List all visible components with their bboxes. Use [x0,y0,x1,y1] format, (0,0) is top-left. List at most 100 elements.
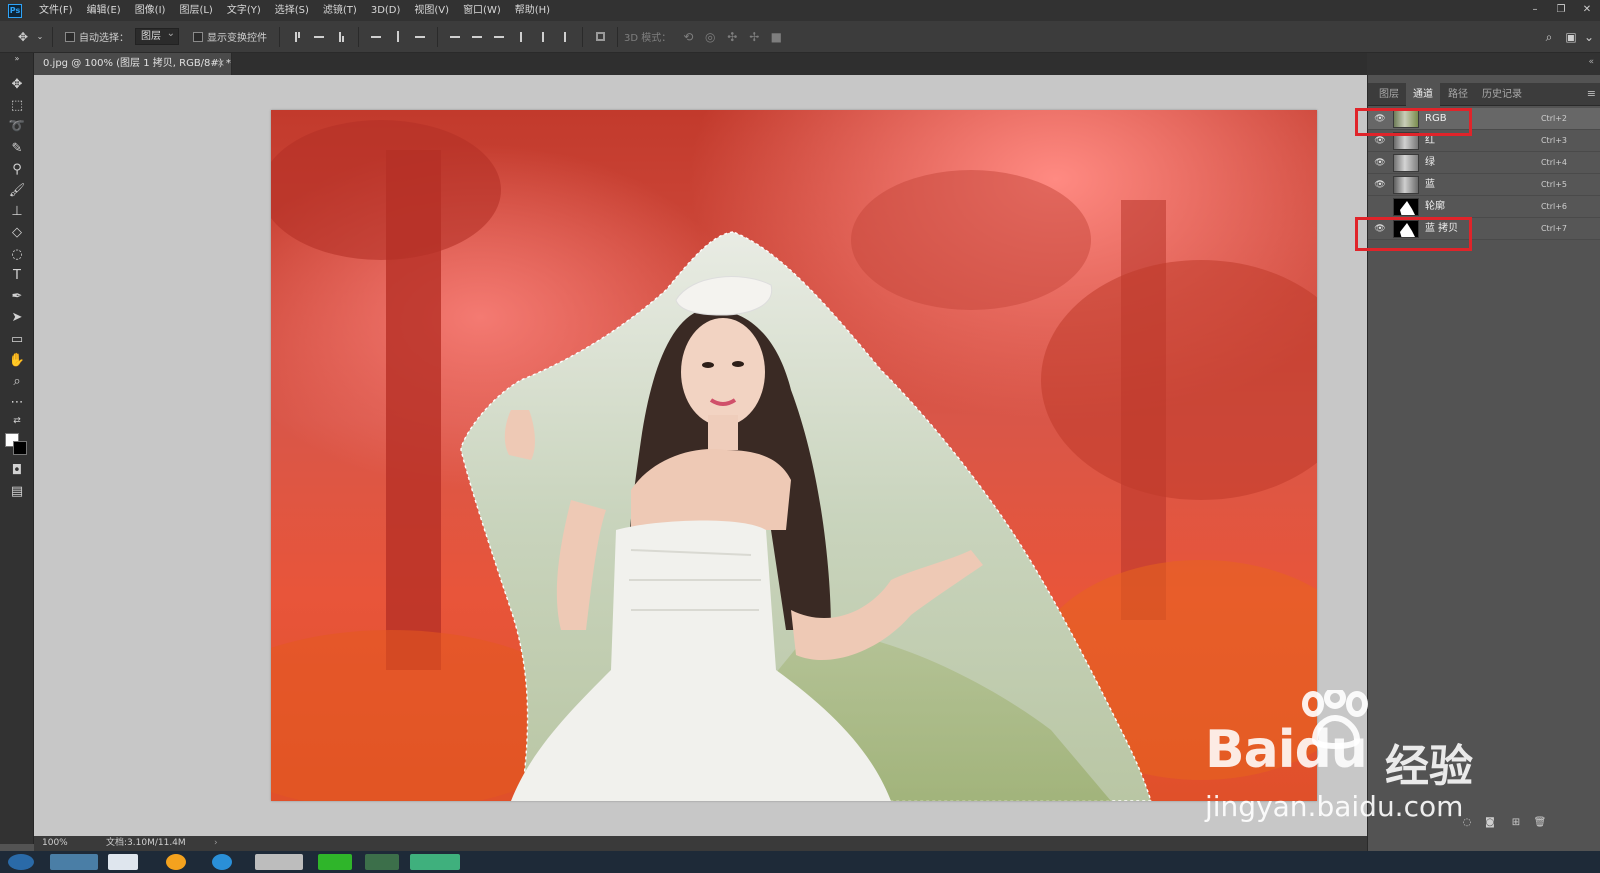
taskbar-app-icon[interactable] [108,854,138,870]
taskbar-app-icon[interactable] [50,854,98,870]
taskbar-app-icon[interactable] [255,854,303,870]
3d-scale-icon[interactable]: ■ [767,28,785,46]
menu-filter[interactable]: 滤镜(T) [316,0,364,21]
screen-mode-icon[interactable]: ▤ [6,482,28,502]
eraser-tool-icon[interactable]: ◇ [6,223,28,243]
channel-row-green[interactable]: 👁 绿 Ctrl+4 [1368,152,1600,174]
swap-colors-icon[interactable]: ⇄ [6,415,28,427]
align-hcenter-icon[interactable] [390,29,406,45]
menu-select[interactable]: 选择(S) [268,0,316,21]
document-tab[interactable]: 0.jpg @ 100% (图层 1 拷贝, RGB/8#) * × [34,53,232,75]
new-channel-icon[interactable]: ⊞ [1509,817,1523,831]
document-image[interactable] [271,110,1317,801]
workspace-icon[interactable]: ▣ [1562,28,1580,46]
zoom-level[interactable]: 100% [42,836,68,851]
eye-icon[interactable]: 👁 [1374,157,1386,169]
channel-row-blue[interactable]: 👁 蓝 Ctrl+5 [1368,174,1600,196]
distribute-top-icon[interactable] [447,29,463,45]
restore-icon[interactable]: ❐ [1548,0,1574,21]
menu-window[interactable]: 窗口(W) [456,0,508,21]
3d-rotate-icon[interactable]: ⟲ [679,28,697,46]
options-bar: ✥ ⌄ 自动选择： 图层 显示变换控件 3D 模式： ⟲ ◎ ✣ ✢ ■ ⌕ ▣… [0,21,1600,53]
zoom-tool-icon[interactable]: ⌕ [6,372,28,392]
menu-edit[interactable]: 编辑(E) [80,0,128,21]
channel-thumbnail [1393,198,1419,216]
brush-tool-icon[interactable]: 🖌 [6,181,28,201]
blur-tool-icon[interactable]: ◌ [6,245,28,265]
distribute-right-icon[interactable] [557,29,573,45]
close-icon[interactable]: ✕ [1574,0,1600,21]
load-selection-icon[interactable]: ◌ [1460,817,1474,831]
save-selection-icon[interactable]: ◙ [1483,817,1497,831]
close-tab-icon[interactable]: × [217,53,225,75]
taskbar-app-icon[interactable] [410,854,460,870]
os-taskbar [0,851,1600,873]
pen-tool-icon[interactable]: ✒ [6,287,28,307]
eye-icon[interactable]: 👁 [1374,179,1386,191]
menu-type[interactable]: 文字(Y) [220,0,268,21]
divider [358,26,359,47]
taskbar-app-icon[interactable] [318,854,352,870]
tab-layers[interactable]: 图层 [1372,83,1406,106]
lasso-tool-icon[interactable]: ➰ [6,117,28,137]
delete-channel-icon[interactable]: 🗑 [1533,817,1547,831]
auto-select-checkbox[interactable] [65,31,75,42]
tab-channels[interactable]: 通道 [1406,83,1440,106]
channel-name: 轮廓 [1425,201,1445,212]
search-icon[interactable]: ⌕ [1540,28,1558,46]
panel-menu-icon[interactable]: ≡ [1587,87,1596,100]
taskbar-app-icon[interactable] [365,854,399,870]
menu-view[interactable]: 视图(V) [407,0,456,21]
canvas-area[interactable] [34,75,1367,836]
stamp-tool-icon[interactable]: ⊥ [6,202,28,222]
quick-mask-icon[interactable]: ◘ [6,461,28,481]
taskbar-app-icon[interactable] [166,854,186,870]
3d-slide-icon[interactable]: ✢ [745,28,763,46]
move-tool-icon[interactable]: ✥ [14,28,32,46]
menu-layer[interactable]: 图层(L) [172,0,219,21]
distribute-vcenter-icon[interactable] [469,29,485,45]
3d-pan-icon[interactable]: ✣ [723,28,741,46]
tab-history[interactable]: 历史记录 [1475,83,1529,106]
shape-tool-icon[interactable]: ▭ [6,330,28,350]
eye-icon[interactable]: 👁 [1374,135,1386,147]
workspace-chevron-icon[interactable]: ⌄ [1584,28,1594,46]
tab-paths[interactable]: 路径 [1441,83,1475,106]
type-tool-icon[interactable]: T [6,266,28,286]
minimize-icon[interactable]: – [1522,0,1548,21]
path-selection-tool-icon[interactable]: ➤ [6,308,28,328]
align-right-icon[interactable] [412,29,428,45]
align-left-icon[interactable] [368,29,384,45]
eyedropper-tool-icon[interactable]: ⚲ [6,160,28,180]
tool-preset-chevron-icon[interactable]: ⌄ [36,28,44,46]
channel-row-outline[interactable]: · 轮廓 Ctrl+6 [1368,196,1600,218]
quick-selection-tool-icon[interactable]: ✎ [6,139,28,159]
start-button-icon[interactable] [8,854,34,870]
hand-tool-icon[interactable]: ✋ [6,351,28,371]
collapse-panels-icon[interactable]: « [1588,57,1594,67]
eye-hidden-icon[interactable]: · [1374,201,1386,213]
menu-help[interactable]: 帮助(H) [508,0,557,21]
distribute-bottom-icon[interactable] [491,29,507,45]
background-color-swatch[interactable] [13,441,27,455]
marquee-tool-icon[interactable]: ⬚ [6,96,28,116]
align-top-icon[interactable] [289,29,305,45]
menu-3d[interactable]: 3D(D) [364,0,408,21]
status-menu-arrow-icon[interactable]: › [214,836,218,851]
show-transform-checkbox[interactable] [193,31,203,42]
menu-image[interactable]: 图像(I) [128,0,173,21]
menu-file[interactable]: 文件(F) [32,0,80,21]
divider [617,26,618,47]
3d-roll-icon[interactable]: ◎ [701,28,719,46]
align-vcenter-icon[interactable] [311,29,327,45]
collapse-arrows-icon[interactable]: » [6,54,28,64]
taskbar-app-icon[interactable] [212,854,232,870]
align-bottom-icon[interactable] [333,29,349,45]
move-tool-icon[interactable]: ✥ [6,75,28,95]
distribute-left-icon[interactable] [513,29,529,45]
more-tools-icon[interactable]: ⋯ [6,393,28,413]
auto-align-icon[interactable] [592,29,608,45]
distribute-hcenter-icon[interactable] [535,29,551,45]
document-tab-title: 0.jpg @ 100% (图层 1 拷贝, RGB/8#) * [43,58,231,69]
auto-select-dropdown[interactable]: 图层 [135,26,179,45]
